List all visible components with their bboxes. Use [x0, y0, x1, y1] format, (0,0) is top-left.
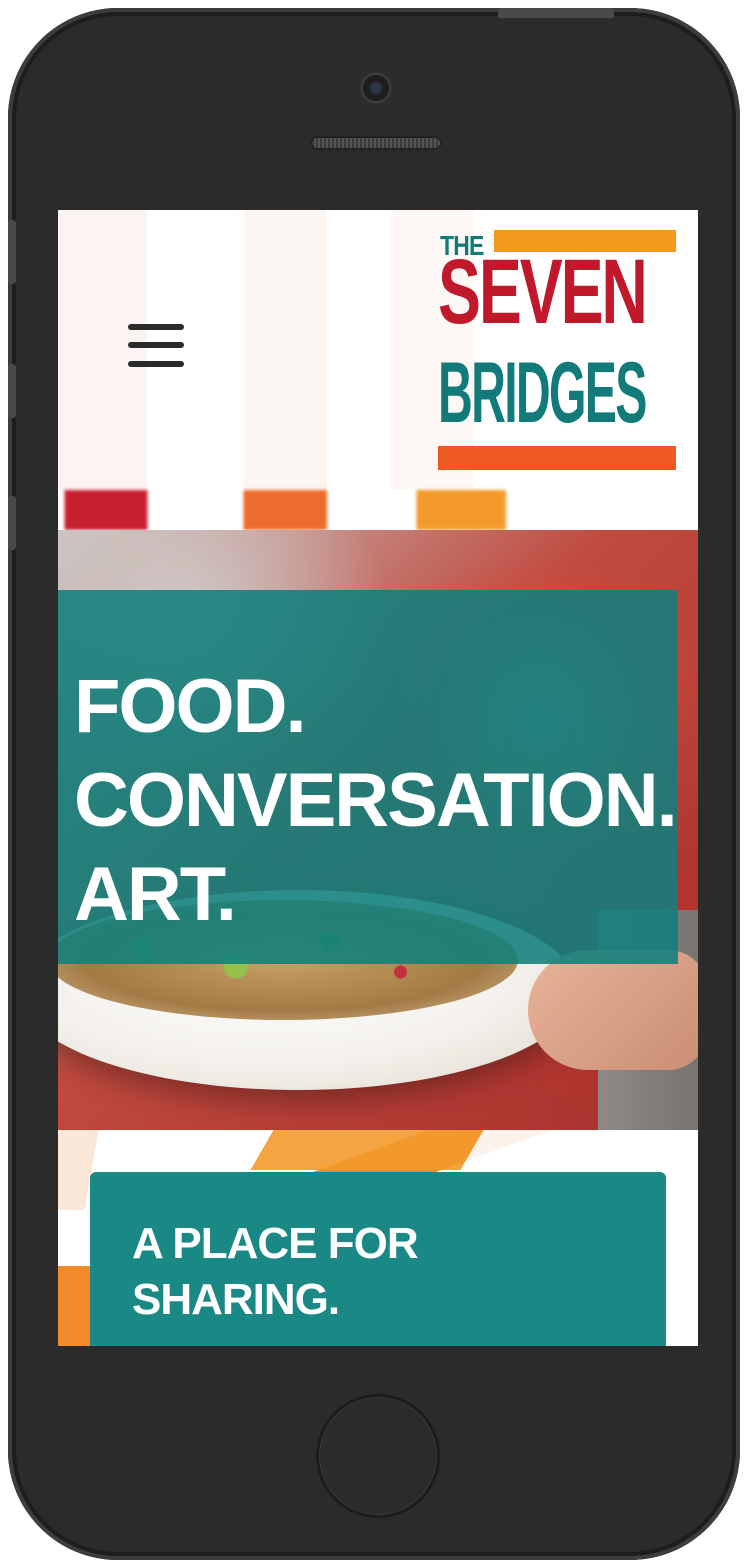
hamburger-menu-icon[interactable]: [128, 322, 186, 372]
logo-bridges-text: BRIDGES: [438, 345, 647, 441]
mute-switch: [8, 220, 16, 284]
card-title-line: SHARING.: [132, 1275, 340, 1324]
card-title-line: A PLACE FOR: [132, 1219, 419, 1268]
decorative-left-stripe: [58, 1210, 90, 1346]
menu-bar: [128, 342, 184, 348]
power-button: [498, 8, 614, 18]
browser-viewport: THE SEVEN BRIDGES FOOD. CONVERSATION. AR…: [58, 210, 698, 1346]
hero-heading: FOOD. CONVERSATION. ART.: [74, 660, 678, 942]
earpiece-speaker: [310, 136, 442, 150]
hero-photo-hand: [528, 950, 698, 1070]
hero-heading-line: FOOD.: [74, 664, 307, 749]
front-camera-icon: [360, 72, 392, 104]
site-header: THE SEVEN BRIDGES: [58, 210, 698, 490]
home-button[interactable]: [316, 1394, 440, 1518]
decorative-stripe-band: [58, 490, 698, 530]
decorative-orange-stripe: [166, 1130, 610, 1170]
logo-red-orange-bar: [438, 446, 676, 470]
volume-down-button: [8, 496, 16, 550]
hero-heading-line: CONVERSATION.: [74, 758, 678, 843]
logo-seven-text: SEVEN: [438, 241, 648, 343]
menu-bar: [128, 324, 184, 330]
hero-section: FOOD. CONVERSATION. ART.: [58, 530, 698, 1130]
sharing-card: A PLACE FOR SHARING.: [90, 1172, 666, 1346]
volume-up-button: [8, 364, 16, 418]
sharing-section: A PLACE FOR SHARING.: [58, 1130, 698, 1346]
hero-heading-line: ART.: [74, 852, 237, 937]
menu-bar: [128, 361, 184, 367]
sharing-card-title: A PLACE FOR SHARING.: [132, 1216, 419, 1328]
site-logo[interactable]: THE SEVEN BRIDGES: [438, 228, 678, 472]
